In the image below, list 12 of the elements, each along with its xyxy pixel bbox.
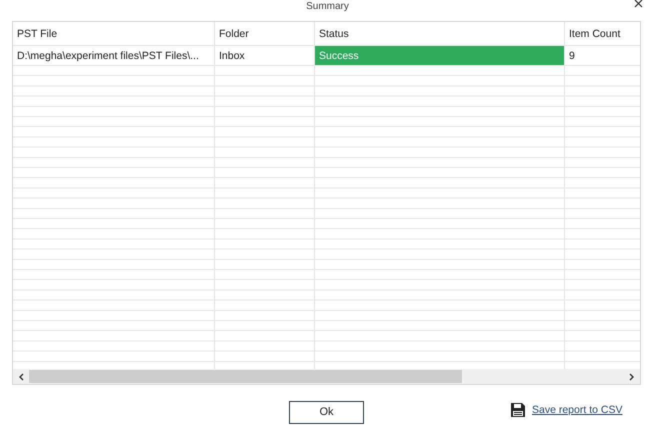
column-header[interactable]: Status	[315, 22, 565, 45]
horizontal-scrollbar[interactable]	[13, 369, 640, 384]
ok-button[interactable]: Ok	[289, 400, 364, 424]
table-cell: D:\megha\experiment files\PST Files\...	[13, 46, 215, 65]
column-header[interactable]: Item Count	[565, 22, 640, 45]
scrollbar-thumb[interactable]	[29, 370, 462, 383]
status-cell: Success	[315, 46, 565, 65]
column-header[interactable]: Folder	[215, 22, 315, 45]
save-report-link[interactable]: Save report to CSV	[532, 404, 622, 416]
table-cell: 9	[565, 46, 640, 65]
window-title: Summary	[306, 1, 349, 12]
column-header[interactable]: PST File	[13, 22, 215, 45]
